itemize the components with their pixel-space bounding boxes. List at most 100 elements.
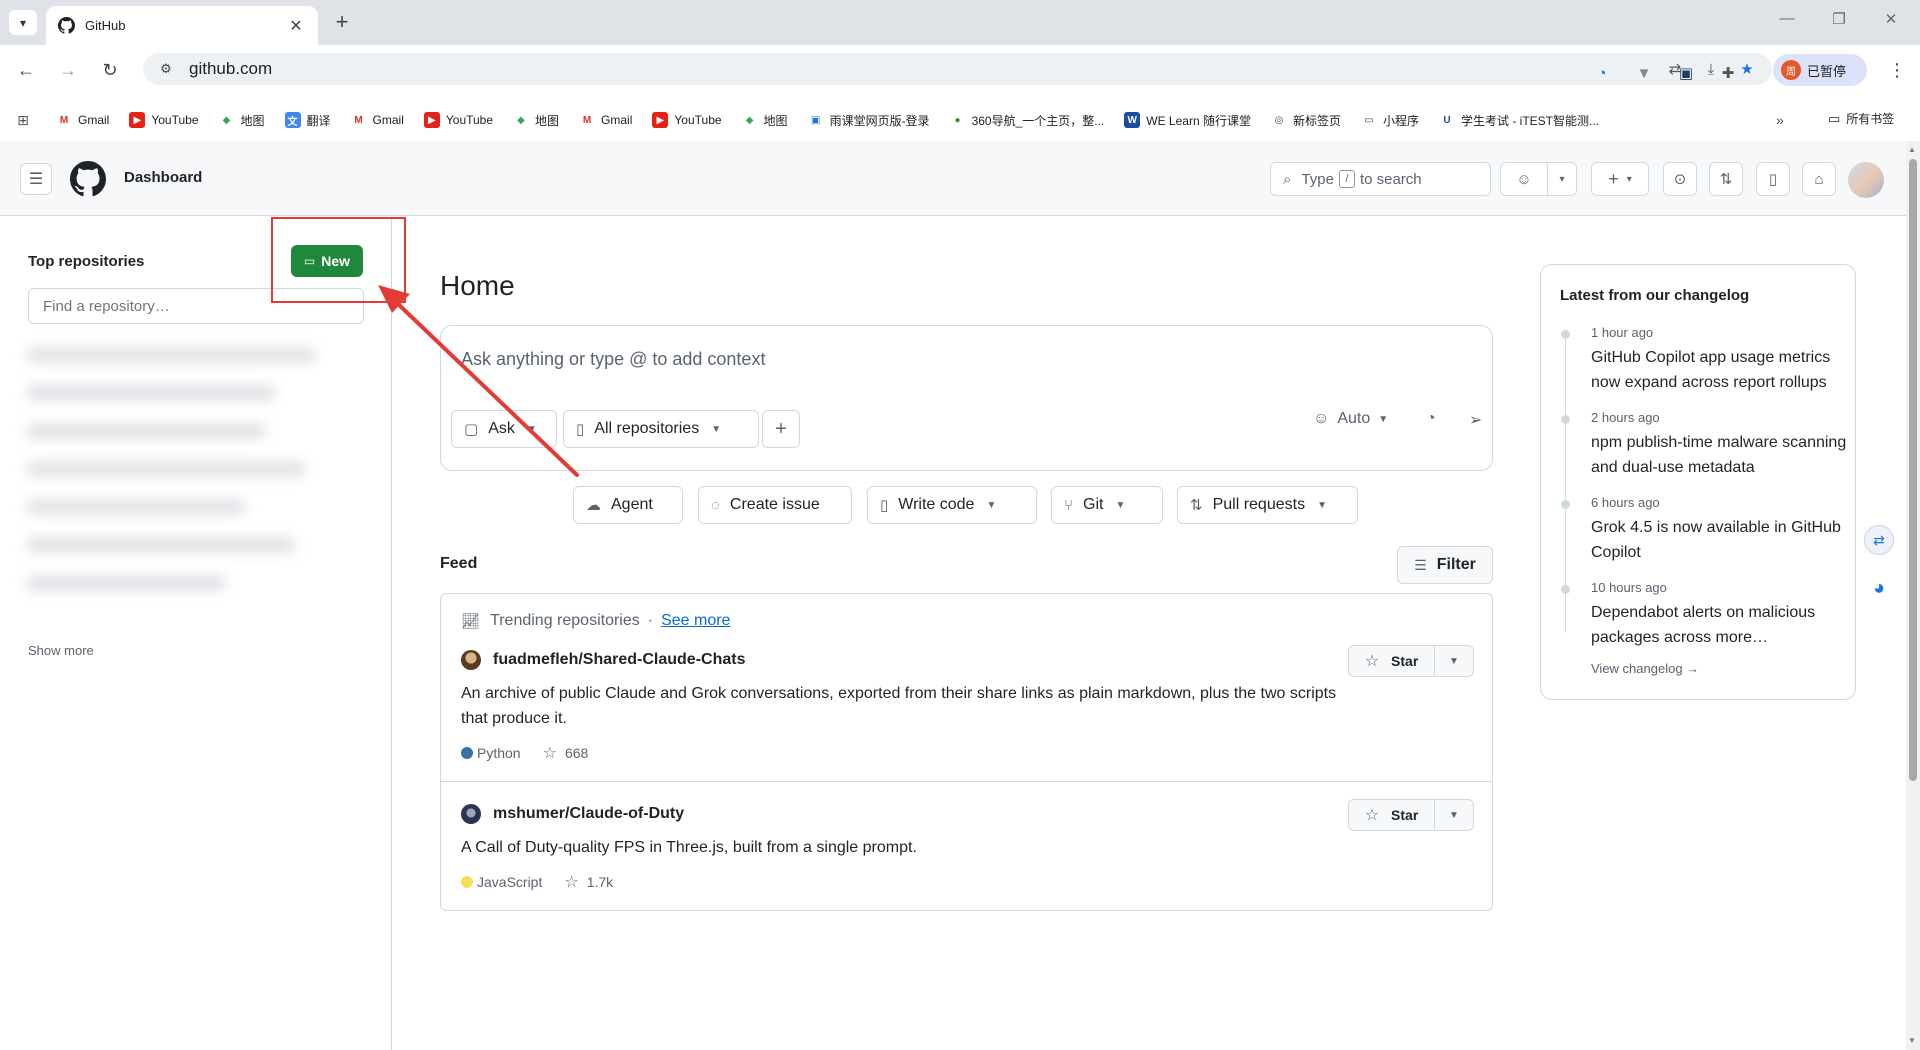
bookmark-item[interactable]: ▶ YouTube <box>129 112 199 128</box>
inbox-icon[interactable]: ⌂ <box>1802 162 1836 196</box>
omnibox[interactable]: ⚙ github.com ⇄ ⤓ ★ <box>143 53 1772 85</box>
extension-360-icon[interactable]: ◔ <box>1591 62 1613 84</box>
reload-icon[interactable]: ↻ <box>97 57 123 83</box>
star-lists-dropdown-icon[interactable]: ▼ <box>1435 646 1473 676</box>
restore-icon[interactable]: ❐ <box>1824 10 1854 28</box>
side-translate-widget-icon[interactable]: ⇄ <box>1864 525 1894 555</box>
star-button-group[interactable]: ☆ Star ▼ <box>1348 645 1474 677</box>
model-picker[interactable]: ☺ Auto ▼ <box>1313 410 1388 428</box>
github-logo-icon[interactable] <box>70 161 106 197</box>
more-bookmarks-icon[interactable]: » <box>1776 112 1784 128</box>
show-more-link[interactable]: Show more <box>28 643 94 658</box>
copilot-ask-box[interactable]: Ask anything or type @ to add context ▢ … <box>440 325 1493 471</box>
forward-icon[interactable]: → <box>55 57 81 83</box>
bookmark-item[interactable]: M Gmail <box>351 112 404 128</box>
bookmark-star-icon[interactable]: ★ <box>1736 58 1758 80</box>
bookmark-item[interactable]: ▭ 小程序 <box>1361 112 1419 129</box>
copilot-dropdown-icon[interactable]: ▾ <box>1547 162 1577 196</box>
back-icon[interactable]: ← <box>13 57 39 83</box>
extension-square-icon[interactable]: ▣ <box>1675 62 1697 84</box>
bookmark-item[interactable]: ◆ 地图 <box>219 112 265 129</box>
page-scrollbar[interactable]: ▲ ▼ <box>1906 141 1920 1050</box>
send-icon[interactable]: ➢ <box>1469 410 1482 430</box>
repositories-icon[interactable]: ▯ <box>1756 162 1790 196</box>
repo-name[interactable]: fuadmefleh/Shared-Claude-Chats <box>493 651 745 669</box>
repo-description: A Call of Duty-quality FPS in Three.js, … <box>461 839 917 856</box>
changelog-link[interactable]: Grok 4.5 is now available in GitHub Copi… <box>1591 515 1851 565</box>
extension-v-icon[interactable]: ▼ <box>1633 62 1655 84</box>
global-search-input[interactable]: ⌕ Type / to search <box>1270 162 1491 196</box>
changelog-link[interactable]: npm publish-time malware scanning and du… <box>1591 430 1851 480</box>
chevron-down-icon: ▼ <box>986 499 997 511</box>
create-new-plus-icon[interactable]: + ▾ <box>1591 162 1649 196</box>
browser-tab-github[interactable]: GitHub ✕ <box>46 6 318 45</box>
apps-grid-icon[interactable]: ⊞ <box>14 111 32 129</box>
repository-scope-button[interactable]: ▯ All repositories ▼ <box>563 410 759 448</box>
profile-paused-button[interactable]: 周 已暂停 <box>1773 54 1867 86</box>
bookmark-item[interactable]: ◆ 地图 <box>742 112 788 129</box>
page-context-title[interactable]: Dashboard <box>124 169 202 186</box>
bookmark-item[interactable]: ● 360导航_一个主页，整... <box>950 112 1105 129</box>
repo-title-link[interactable]: fuadmefleh/Shared-Claude-Chats <box>461 650 745 670</box>
star-lists-dropdown-icon[interactable]: ▼ <box>1435 800 1473 830</box>
speed-gauge-icon[interactable]: ◔ <box>1426 410 1436 428</box>
repo-title-link[interactable]: mshumer/Claude-of-Duty <box>461 804 684 824</box>
tab-close-icon[interactable]: ✕ <box>286 16 306 36</box>
hamburger-menu-icon[interactable]: ☰ <box>20 163 52 195</box>
annotation-highlight-box <box>271 217 406 303</box>
star-button-group[interactable]: ☆ Star ▼ <box>1348 799 1474 831</box>
action-write-code-button[interactable]: ▯ Write code ▼ <box>867 486 1037 524</box>
close-window-icon[interactable]: ✕ <box>1876 10 1906 28</box>
bookmark-item[interactable]: ◎ 新标签页 <box>1271 112 1341 129</box>
action-git-button[interactable]: ⑂ Git ▼ <box>1051 486 1163 524</box>
side-assistant-widget-icon[interactable]: ◕ <box>1864 573 1894 603</box>
chevron-down-icon: ▼ <box>526 423 537 435</box>
bookmark-item[interactable]: U 学生考试 - iTEST智能测... <box>1439 112 1599 129</box>
bookmark-item[interactable]: ◆ 地图 <box>513 112 559 129</box>
copilot-icon[interactable]: ☺ <box>1500 162 1548 196</box>
action-pull-requests-button[interactable]: ⇅ Pull requests ▼ <box>1177 486 1358 524</box>
extensions-puzzle-icon[interactable]: ✚ <box>1717 62 1739 84</box>
bookmark-item[interactable]: ▶ YouTube <box>652 112 722 128</box>
star-button[interactable]: ☆ Star <box>1349 646 1435 676</box>
pull-requests-icon[interactable]: ⇅ <box>1709 162 1743 196</box>
scroll-down-icon[interactable]: ▼ <box>1908 1036 1916 1045</box>
scroll-up-icon[interactable]: ▲ <box>1908 145 1916 154</box>
action-create-issue-button[interactable]: ◌ Create issue <box>698 486 852 524</box>
bookmark-item[interactable]: M Gmail <box>579 112 633 128</box>
all-bookmarks-label: 所有书签 <box>1846 112 1895 126</box>
url-text[interactable]: github.com <box>189 59 272 79</box>
minimize-icon[interactable]: — <box>1772 10 1802 27</box>
star-icon: ☆ <box>542 745 557 762</box>
star-button[interactable]: ☆ Star <box>1349 800 1435 830</box>
user-avatar[interactable] <box>1848 162 1884 198</box>
changelog-link[interactable]: GitHub Copilot app usage metrics now exp… <box>1591 345 1851 395</box>
browser-menu-icon[interactable]: ⋮ <box>1888 60 1906 81</box>
all-bookmarks-folder[interactable]: ▭ 所有书签 <box>1828 110 1894 127</box>
add-context-plus-icon[interactable]: + <box>762 410 800 448</box>
view-changelog-link[interactable]: View changelog → <box>1591 661 1699 676</box>
ask-mode-button[interactable]: ▢ Ask ▼ <box>451 410 557 448</box>
chevron-down-icon: ▼ <box>711 423 722 435</box>
star-label: Star <box>1391 653 1419 669</box>
bookmark-item[interactable]: M Gmail <box>56 112 110 128</box>
changelog-link[interactable]: Dependabot alerts on malicious packages … <box>1591 600 1851 650</box>
new-tab-button[interactable]: + <box>330 11 354 34</box>
feed-filter-button[interactable]: ☰ Filter <box>1397 546 1493 584</box>
tab-search-dropdown[interactable]: ▾ <box>9 10 37 35</box>
bookmark-item[interactable]: W WE Learn 随行课堂 <box>1124 112 1251 129</box>
bookmark-item[interactable]: ▣ 雨课堂网页版-登录 <box>808 112 930 129</box>
youtube-icon: ▶ <box>129 112 146 128</box>
repo-name[interactable]: mshumer/Claude-of-Duty <box>493 805 684 823</box>
repo-stars[interactable]: ☆ 668 <box>543 743 589 763</box>
issues-icon[interactable]: ⊙ <box>1663 162 1697 196</box>
ask-input[interactable]: Ask anything or type @ to add context <box>461 349 765 370</box>
action-agent-button[interactable]: ☁ Agent <box>573 486 683 524</box>
see-more-link[interactable]: See more <box>661 612 730 630</box>
scrollbar-thumb[interactable] <box>1909 159 1917 781</box>
site-info-icon[interactable]: ⚙ <box>157 60 175 78</box>
repo-stars[interactable]: ☆ 1.7k <box>564 872 613 892</box>
bookmark-label: 小程序 <box>1382 113 1419 128</box>
bookmark-item[interactable]: ▶ YouTube <box>423 112 493 128</box>
bookmark-item[interactable]: 文翻译 <box>284 112 331 129</box>
